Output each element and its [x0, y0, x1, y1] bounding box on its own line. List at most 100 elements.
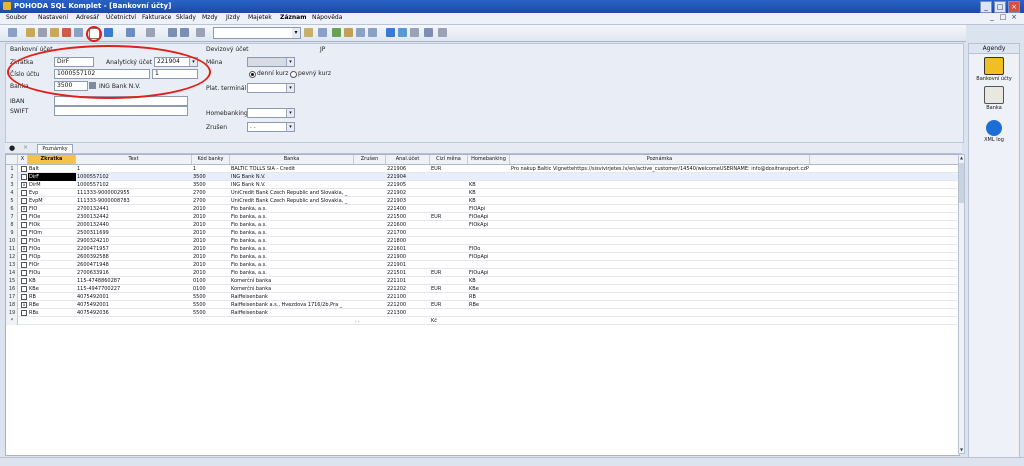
cell-zk[interactable]: FIOr [28, 261, 76, 269]
cell-banka[interactable]: Komerční banka [230, 285, 354, 293]
cell-zr[interactable]: . . [354, 317, 386, 325]
cell-hb[interactable] [468, 173, 510, 181]
cell-pozn[interactable]: Pro nakup Baltic Vignettehttps://sisvivi… [510, 165, 940, 173]
header-zrusen[interactable]: Zrušen [354, 155, 386, 164]
cell-pozn[interactable] [510, 253, 940, 261]
cell-kod[interactable]: 2010 [192, 269, 230, 277]
table-row[interactable]: 7 FIOe 2300132442 2010 Fio banka, a.s. 221500… [6, 213, 959, 221]
header-cizi-mena[interactable]: Cizí měna [430, 155, 468, 164]
menu-fakturace[interactable]: Fakturace [142, 14, 171, 21]
cell-kod[interactable]: 0100 [192, 285, 230, 293]
chart-icon[interactable] [386, 28, 395, 37]
cell-kod[interactable]: 3500 [192, 181, 230, 189]
cell-kod[interactable]: 5500 [192, 301, 230, 309]
cell-anal[interactable]: 221900 [386, 253, 430, 261]
table-row[interactable]: * . . Kč [6, 317, 959, 325]
row-checkbox[interactable]: x [21, 206, 27, 212]
grid-scrollbar[interactable]: ▲ ▼ [958, 154, 965, 454]
add-icon[interactable] [126, 28, 135, 37]
pin-icon[interactable]: ● [9, 144, 15, 152]
cell-zk[interactable]: FIO [28, 205, 76, 213]
cell-anal[interactable]: 221904 [386, 173, 430, 181]
chevron-down-icon[interactable]: ▾ [286, 109, 294, 117]
cell-hb[interactable] [468, 165, 510, 173]
row-checkbox[interactable]: x [21, 246, 27, 252]
cell-kod[interactable]: 2010 [192, 205, 230, 213]
cell-banka[interactable]: Fio banka, a.s. [230, 221, 354, 229]
chevron-down-icon[interactable]: ▾ [292, 28, 300, 38]
cell-hb[interactable] [468, 317, 510, 325]
row-checkbox[interactable] [21, 198, 27, 204]
cell-zr[interactable] [354, 301, 386, 309]
table-row[interactable]: 17 RB 4075492001 5500 Raiffeisenbank 221100 RB [6, 293, 959, 301]
cell-hb[interactable]: RBe [468, 301, 510, 309]
cell-zr[interactable] [354, 229, 386, 237]
table-row[interactable]: 6 x FIO 2700132441 2010 Fio banka, a.s. 221400… [6, 205, 959, 213]
calc-icon[interactable] [424, 28, 433, 37]
cell-kod[interactable]: 2010 [192, 253, 230, 261]
table-row[interactable]: 2 DirF 1000557102 3500 ING Bank N.V. 221904 [6, 173, 959, 181]
cell-hb[interactable]: FIOuApi [468, 269, 510, 277]
cell-text[interactable]: 115-4748860287 [76, 277, 192, 285]
cell-zr[interactable] [354, 189, 386, 197]
cell-zr[interactable] [354, 309, 386, 317]
cell-kod[interactable]: 2010 [192, 213, 230, 221]
chevron-down-icon[interactable]: ▾ [286, 84, 294, 92]
table-row[interactable]: 16 KBe 115-4947700227 0100 Komerční banka 221… [6, 285, 959, 293]
cell-pozn[interactable] [510, 245, 940, 253]
table-row[interactable]: 10 FIOn 2900324210 2010 Fio banka, a.s. 22180… [6, 237, 959, 245]
check-icon[interactable] [104, 28, 113, 37]
cell-text[interactable]: 2500311699 [76, 229, 192, 237]
cell-cm[interactable] [430, 229, 468, 237]
cell-pozn[interactable] [510, 181, 940, 189]
cell-kod[interactable] [192, 317, 230, 325]
mdi-close-button[interactable]: × [1010, 13, 1018, 21]
scroll-up-icon[interactable]: ▲ [959, 155, 964, 161]
cell-kod[interactable]: 2700 [192, 189, 230, 197]
green-doc-icon[interactable] [332, 28, 341, 37]
cell-zk[interactable]: RBs [28, 309, 76, 317]
folder-icon[interactable] [304, 28, 313, 37]
cell-hb[interactable] [468, 237, 510, 245]
cell-anal[interactable]: 221906 [386, 165, 430, 173]
row-checkbox[interactable] [21, 230, 27, 236]
row-checkbox[interactable] [21, 214, 27, 220]
chevron-down-icon[interactable]: ▾ [286, 123, 294, 131]
cell-text[interactable]: 2200471957 [76, 245, 192, 253]
header-banka[interactable]: Banka [230, 155, 354, 164]
cell-anal[interactable]: 221501 [386, 269, 430, 277]
cell-zr[interactable] [354, 261, 386, 269]
cell-pozn[interactable] [510, 189, 940, 197]
cell-cm[interactable] [430, 173, 468, 181]
cell-hb[interactable]: FIOApi [468, 205, 510, 213]
pencil-icon[interactable] [50, 28, 59, 37]
cell-banka[interactable]: Fio banka, a.s. [230, 261, 354, 269]
table-row[interactable]: 14 FIOu 2700633916 2010 Fio banka, a.s. 22150… [6, 269, 959, 277]
cell-zk[interactable]: FIOk [28, 221, 76, 229]
cell-kod[interactable]: 2010 [192, 237, 230, 245]
bookmark-icon[interactable] [318, 28, 327, 37]
cell-cm[interactable] [430, 237, 468, 245]
header-zkratka[interactable]: Zkratka [28, 155, 76, 164]
menu-jizdy[interactable]: Jízdy [226, 14, 240, 21]
cell-cm[interactable]: EUR [430, 269, 468, 277]
cell-zr[interactable] [354, 173, 386, 181]
cell-hb[interactable]: KB [468, 197, 510, 205]
cell-text[interactable]: 111333-9000002955 [76, 189, 192, 197]
cell-kod[interactable]: 2010 [192, 245, 230, 253]
menu-soubor[interactable]: Soubor [6, 14, 27, 21]
cell-pozn[interactable] [510, 173, 940, 181]
cell-hb[interactable]: KBe [468, 285, 510, 293]
table-row[interactable]: 13 FIOr 2600471948 2010 Fio banka, a.s. 22190… [6, 261, 959, 269]
cell-pozn[interactable] [510, 229, 940, 237]
tool-icon[interactable] [8, 28, 17, 37]
cell-cm[interactable] [430, 181, 468, 189]
cell-hb[interactable]: FIOkApi [468, 221, 510, 229]
cell-pozn[interactable] [510, 269, 940, 277]
mena-select[interactable]: ▾ [247, 57, 295, 67]
cell-kod[interactable]: 5500 [192, 293, 230, 301]
cell-anal[interactable]: 221901 [386, 261, 430, 269]
cell-kod[interactable]: 2010 [192, 261, 230, 269]
cell-zk[interactable]: FIOp [28, 253, 76, 261]
cell-anal[interactable]: 221905 [386, 181, 430, 189]
